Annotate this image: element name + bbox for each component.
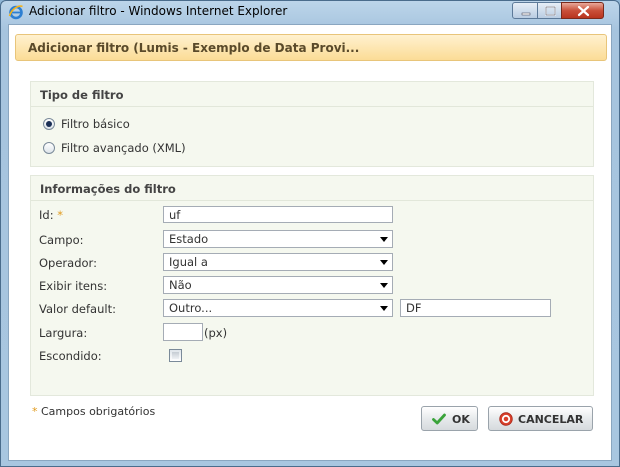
valor-default-select[interactable]: Outro... (163, 299, 393, 317)
radio-selected-icon[interactable] (43, 118, 55, 130)
window-title: Adicionar filtro - Windows Internet Expl… (29, 4, 288, 18)
minimize-icon (521, 12, 531, 16)
ok-button[interactable]: OK (421, 406, 478, 431)
chevron-down-icon[interactable] (380, 283, 388, 288)
exibir-itens-value: Não (169, 278, 192, 292)
required-star: * (57, 208, 63, 222)
operador-value: Igual a (169, 255, 208, 269)
maximize-button[interactable] (537, 2, 562, 19)
campo-label: Campo: (39, 233, 84, 247)
operador-select[interactable]: Igual a (163, 253, 393, 271)
dialog-title: Adicionar filtro (Lumis - Exemplo de Dat… (28, 41, 360, 55)
id-label-text: Id: (39, 208, 54, 222)
filter-type-title: Tipo de filtro (40, 88, 124, 102)
campo-select[interactable]: Estado (163, 230, 393, 248)
filter-info-section: Informações do filtro Id: * uf Campo: Es… (30, 175, 594, 396)
section-divider (31, 106, 593, 107)
dialog-header: Adicionar filtro (Lumis - Exemplo de Dat… (15, 34, 607, 61)
id-label: Id: * (39, 208, 63, 222)
campo-value: Estado (169, 232, 209, 246)
check-icon (432, 413, 446, 425)
section-divider (31, 200, 593, 201)
dialog-content: Adicionar filtro (Lumis - Exemplo de Dat… (8, 24, 612, 461)
ok-label: OK (452, 413, 470, 426)
radio-basic-label[interactable]: Filtro básico (61, 117, 130, 131)
maximize-icon (545, 6, 556, 16)
operador-label: Operador: (39, 256, 97, 270)
close-button[interactable] (561, 2, 604, 19)
filter-type-section: Tipo de filtro Filtro básico Filtro avan… (30, 81, 594, 167)
valor-default-value: Outro... (169, 301, 213, 315)
exibir-itens-label: Exibir itens: (39, 279, 108, 293)
radio-advanced-label[interactable]: Filtro avançado (XML) (61, 141, 186, 155)
id-input[interactable]: uf (163, 206, 393, 223)
title-bar: Adicionar filtro - Windows Internet Expl… (1, 1, 619, 23)
chevron-down-icon[interactable] (380, 260, 388, 265)
chevron-down-icon[interactable] (380, 306, 388, 311)
required-fields-note: * Campos obrigatórios (32, 405, 155, 418)
valor-default-other-input[interactable]: DF (400, 299, 551, 317)
exibir-itens-select[interactable]: Não (163, 276, 393, 294)
escondido-label: Escondido: (39, 349, 102, 363)
radio-unselected-icon[interactable] (43, 142, 55, 154)
valor-default-label: Valor default: (39, 302, 116, 316)
largura-unit: (px) (204, 326, 228, 340)
cancel-button[interactable]: CANCELAR (488, 406, 593, 431)
browser-window: Adicionar filtro - Windows Internet Expl… (0, 0, 620, 467)
filter-info-title: Informações do filtro (40, 182, 176, 196)
cancel-label: CANCELAR (518, 413, 584, 426)
cancel-icon (499, 412, 513, 426)
largura-label: Largura: (39, 326, 88, 340)
chevron-down-icon[interactable] (380, 237, 388, 242)
ie-icon (8, 5, 23, 20)
required-note-text: Campos obrigatórios (41, 405, 156, 418)
close-icon (577, 5, 590, 17)
largura-input[interactable] (163, 323, 203, 341)
escondido-checkbox[interactable] (169, 349, 182, 362)
minimize-button[interactable] (512, 2, 538, 19)
required-star: * (32, 405, 38, 418)
